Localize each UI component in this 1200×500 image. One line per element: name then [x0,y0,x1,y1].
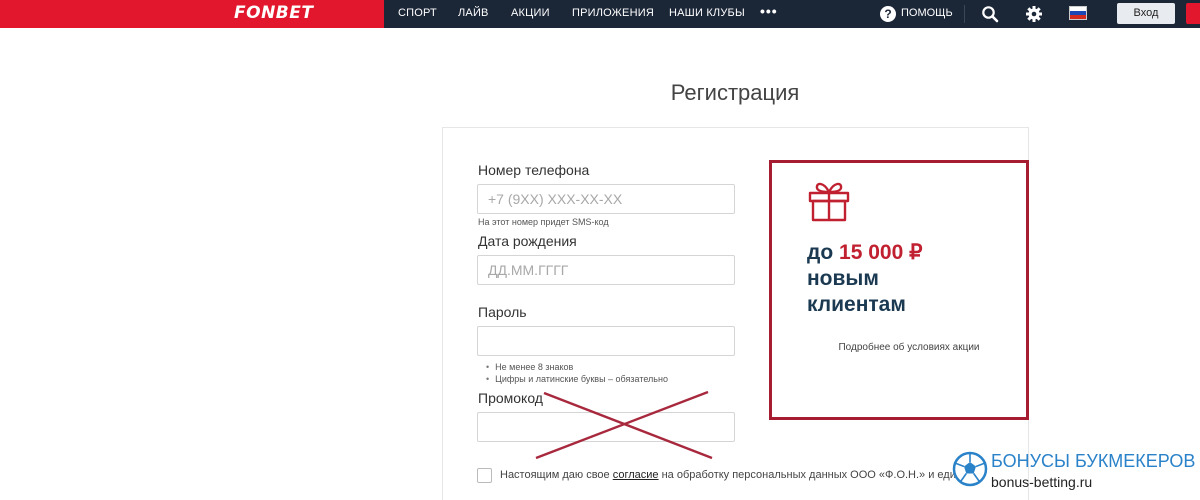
promo-prefix: до [807,241,834,264]
consent-prefix: Настоящим даю свое [500,469,610,481]
phone-input[interactable] [477,184,735,214]
watermark-title: БОНУСЫ БУКМЕКЕРОВ [991,451,1196,471]
fonbet-logo[interactable]: FONBET [234,3,313,23]
russia-flag-icon[interactable] [1069,6,1087,20]
soccer-ball-icon [952,451,988,487]
consent-suffix: на обработку персональных данных ООО «Ф.… [661,469,976,481]
nav-sport[interactable]: СПОРТ [398,7,437,19]
nav-apps[interactable]: ПРИЛОЖЕНИЯ [572,7,654,19]
bonus-promo-box: до 15 000 ₽ новым клиентам Подробнее об … [769,160,1029,420]
cross-out-mark [535,390,713,460]
promo-terms-link[interactable]: Подробнее об условиях акции [772,342,1046,353]
password-label: Пароль [478,304,527,320]
gift-icon [808,182,850,222]
password-input[interactable] [477,326,735,356]
promo-line-new: новым [807,267,879,290]
top-navbar: FONBET СПОРТ ЛАЙВ АКЦИИ ПРИЛОЖЕНИЯ НАШИ … [0,0,1200,28]
password-hint-chars: Цифры и латинские буквы – обязательно [486,373,668,385]
consent-checkbox[interactable] [477,468,492,483]
consent-link[interactable]: согласие [613,469,659,481]
nav-clubs[interactable]: НАШИ КЛУБЫ [669,7,745,19]
promo-headline: до 15 000 ₽ [807,240,922,265]
help-link[interactable]: ПОМОЩЬ [901,7,953,19]
header-divider [964,5,965,23]
register-button[interactable] [1186,3,1200,24]
watermark-url: bonus-betting.ru [991,474,1093,490]
birthdate-input[interactable] [477,255,735,285]
login-button[interactable]: Вход [1117,3,1175,24]
promo-amount: 15 000 ₽ [839,241,923,264]
logo-area[interactable]: FONBET [0,0,384,28]
help-icon[interactable]: ? [880,6,896,22]
nav-live[interactable]: ЛАЙВ [458,7,489,19]
birthdate-label: Дата рождения [478,233,577,249]
phone-hint: На этот номер придет SMS-код [478,217,609,227]
password-hint-length: Не менее 8 знаков [486,361,668,373]
gear-icon[interactable] [1025,5,1043,23]
page-title: Регистрация [670,80,800,105]
search-icon[interactable] [981,5,999,23]
promo-line-clients: клиентам [807,293,906,316]
more-menu-icon[interactable]: ••• [760,3,778,19]
consent-text: Настоящим даю свое согласие на обработку… [500,469,976,481]
nav-promotions[interactable]: АКЦИИ [511,7,550,19]
phone-label: Номер телефона [478,162,590,178]
password-requirements: Не менее 8 знаков Цифры и латинские букв… [486,361,668,385]
